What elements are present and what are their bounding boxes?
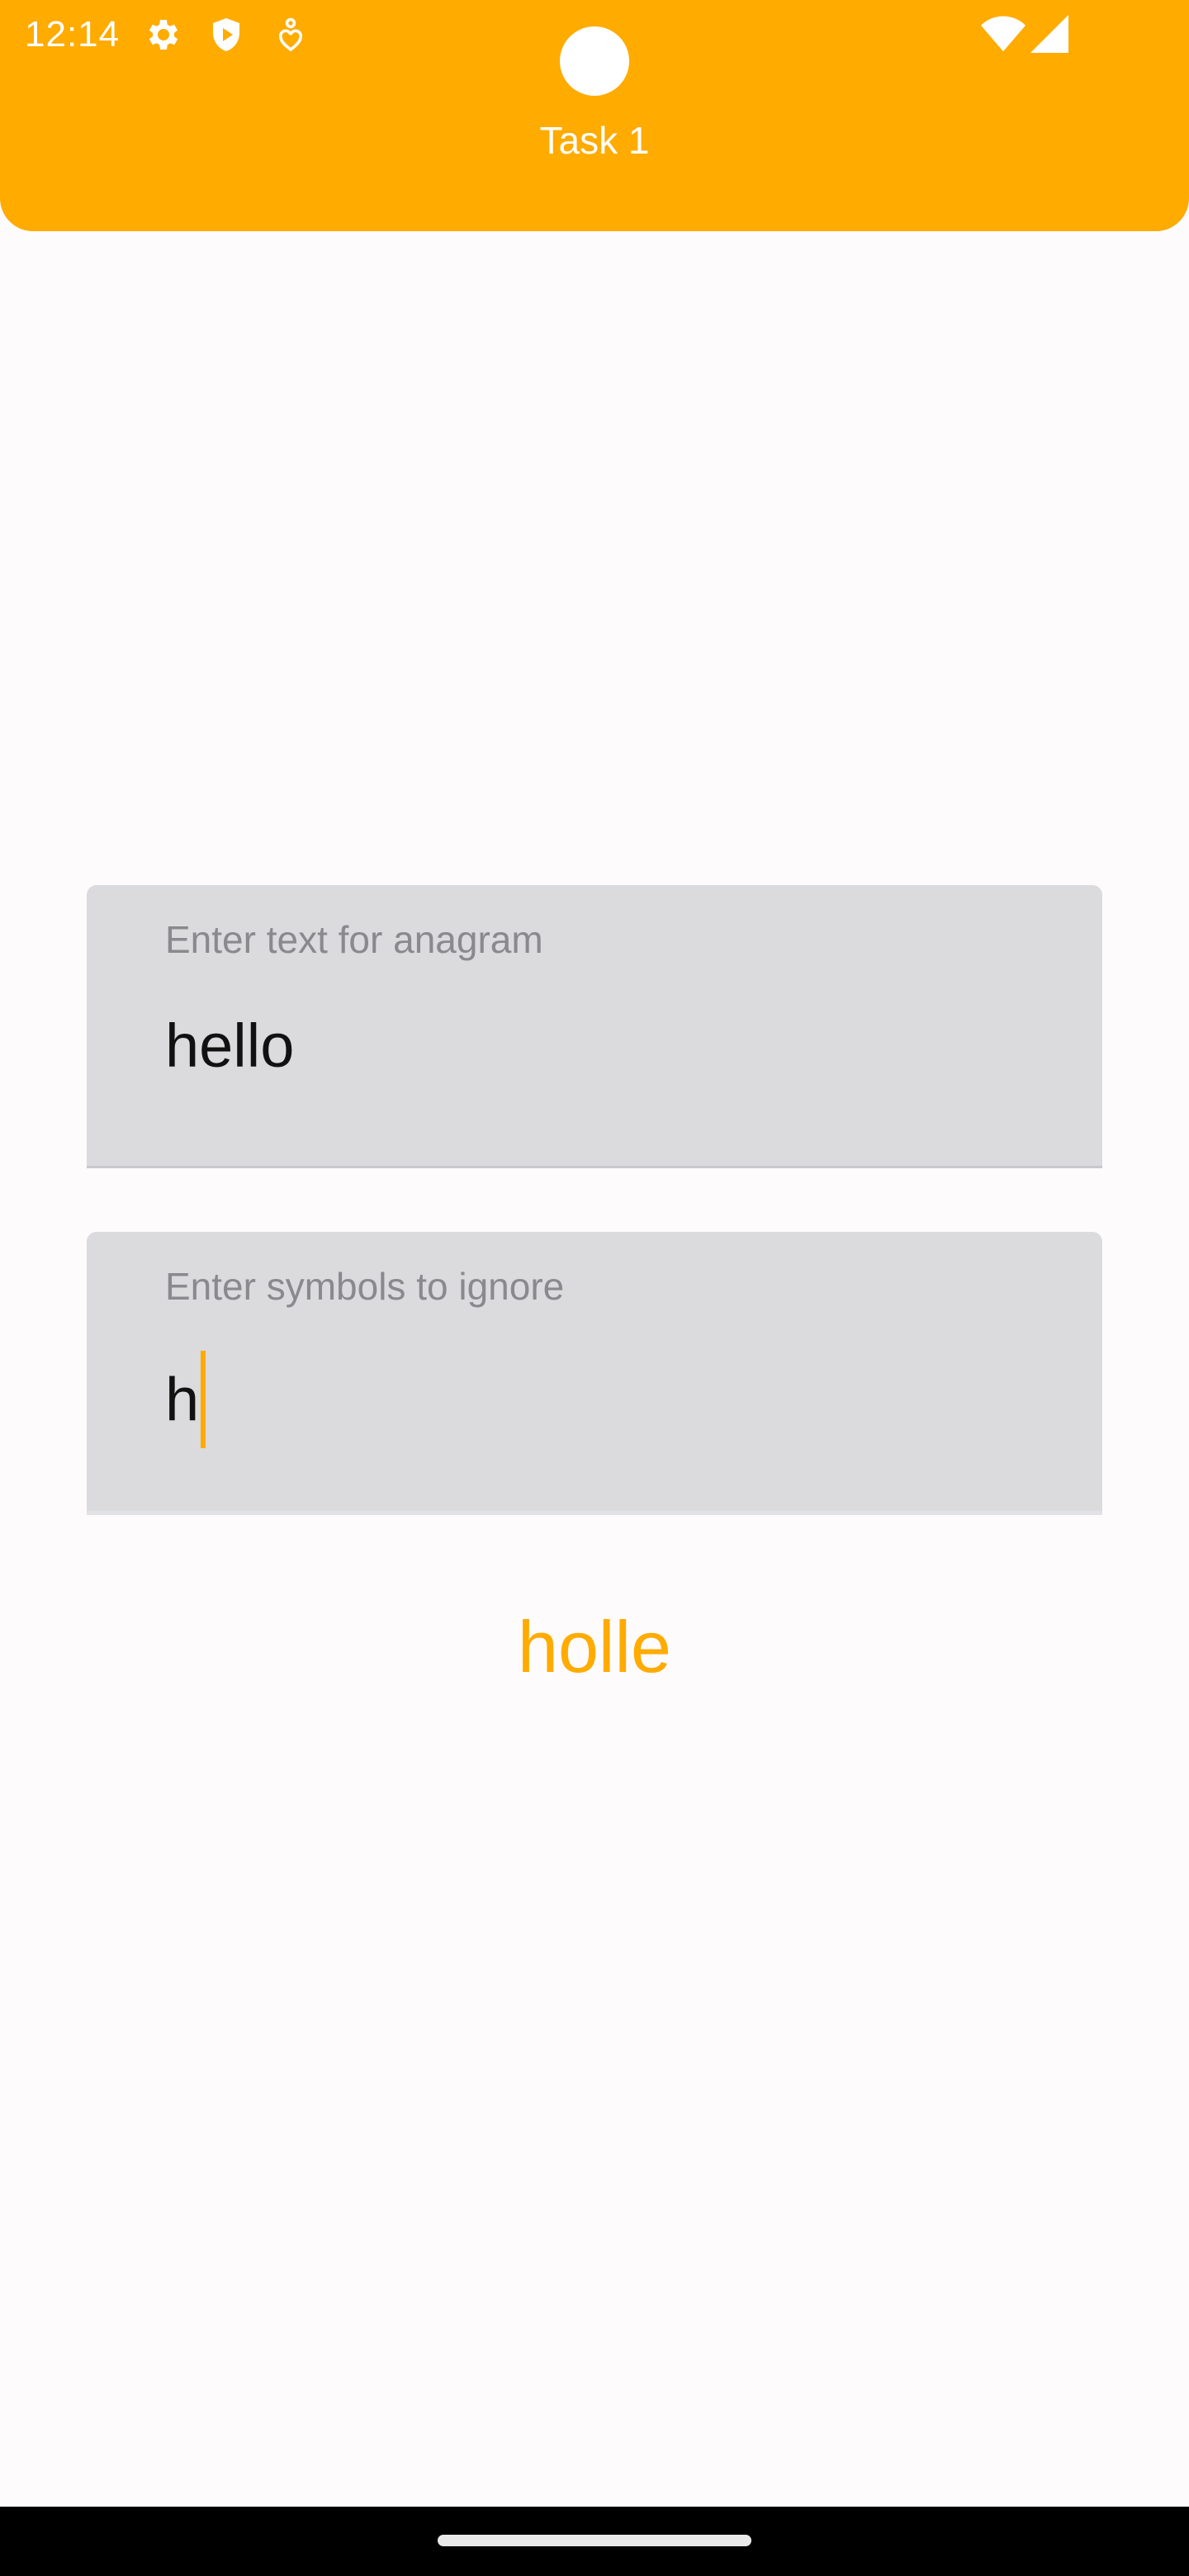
ignore-symbols-underline bbox=[87, 1511, 1102, 1515]
anagram-text-label: Enter text for anagram bbox=[165, 918, 543, 961]
anagram-text-underline bbox=[87, 1166, 1102, 1168]
ignore-symbols-field[interactable]: Enter symbols to ignore h bbox=[87, 1232, 1102, 1513]
shield-play-icon bbox=[213, 18, 239, 51]
status-time: 12:14 bbox=[25, 14, 121, 54]
location-heart-icon bbox=[279, 17, 302, 52]
text-cursor bbox=[201, 1351, 206, 1448]
wifi-icon bbox=[981, 16, 1026, 52]
page-title: Task 1 bbox=[539, 119, 650, 162]
anagram-text-input[interactable]: hello bbox=[165, 1009, 294, 1083]
ignore-symbols-value-wrap[interactable]: h bbox=[165, 1351, 206, 1453]
signal-icon bbox=[1030, 15, 1068, 53]
camera-cutout bbox=[560, 26, 629, 96]
app-bar: 12:14 Task 1 bbox=[0, 0, 1189, 231]
system-nav-bar bbox=[0, 2507, 1189, 2576]
screen: 12:14 Task 1 Enter text for anagram hell… bbox=[0, 0, 1189, 2576]
ignore-symbols-input[interactable]: h bbox=[165, 1366, 199, 1434]
gear-icon bbox=[149, 20, 178, 50]
ignore-symbols-label: Enter symbols to ignore bbox=[165, 1265, 565, 1308]
home-gesture-handle[interactable] bbox=[438, 2535, 751, 2546]
anagram-text-field[interactable]: Enter text for anagram hello bbox=[87, 885, 1102, 1166]
anagram-result: holle bbox=[518, 1606, 671, 1688]
